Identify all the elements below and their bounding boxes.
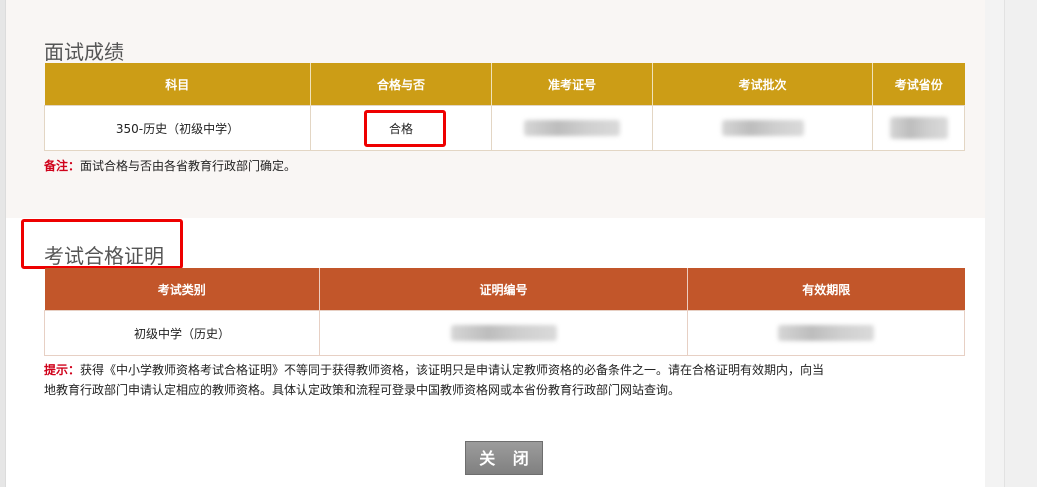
interview-score-table: 科目 合格与否 准考证号 考试批次 考试省份 350-历史（初级中学） 合格 bbox=[44, 63, 965, 151]
admission-number-cell bbox=[491, 105, 653, 151]
certificate-title-highlight bbox=[21, 219, 183, 269]
header-exam-batch: 考试批次 bbox=[652, 63, 873, 106]
header-exam-province: 考试省份 bbox=[872, 63, 965, 106]
header-admission-number: 准考证号 bbox=[491, 63, 653, 106]
table-row: 初级中学（历史） bbox=[44, 310, 965, 356]
header-exam-category: 考试类别 bbox=[44, 268, 320, 311]
hint-line-1: 提示：获得《中小学教师资格考试合格证明》不等同于获得教师资格，该证明只是申请认定… bbox=[44, 360, 974, 380]
validity-cell bbox=[687, 310, 965, 356]
province-cell bbox=[872, 105, 965, 151]
redacted-value bbox=[778, 325, 874, 341]
close-button[interactable]: 关 闭 bbox=[465, 441, 543, 475]
redacted-value bbox=[450, 325, 557, 341]
header-subject: 科目 bbox=[44, 63, 311, 106]
certificate-hint: 提示：获得《中小学教师资格考试合格证明》不等同于获得教师资格，该证明只是申请认定… bbox=[44, 360, 974, 400]
interview-note: 备注：面试合格与否由各省教育行政部门确定。 bbox=[44, 156, 296, 176]
hint-line-2: 地教育行政部门申请认定相应的教师资格。具体认定政策和流程可登录中国教师资格网或本… bbox=[44, 383, 681, 397]
right-scroll-gutter[interactable] bbox=[1004, 0, 1037, 487]
hint-label: 提示： bbox=[44, 363, 81, 377]
header-pass-status: 合格与否 bbox=[310, 63, 492, 106]
redacted-value bbox=[524, 120, 620, 136]
table-row: 350-历史（初级中学） 合格 bbox=[44, 105, 965, 151]
header-validity-period: 有效期限 bbox=[687, 268, 965, 311]
certificate-number-cell bbox=[319, 310, 688, 356]
redacted-value bbox=[889, 117, 948, 139]
interview-score-title: 面试成绩 bbox=[44, 40, 124, 64]
exam-batch-cell bbox=[652, 105, 873, 151]
note-text: 面试合格与否由各省教育行政部门确定。 bbox=[80, 159, 297, 173]
subject-cell: 350-历史（初级中学） bbox=[44, 105, 311, 151]
table-header-row: 考试类别 证明编号 有效期限 bbox=[44, 268, 965, 311]
header-certificate-number: 证明编号 bbox=[319, 268, 688, 311]
redacted-value bbox=[721, 120, 804, 136]
hint-text-1: 获得《中小学教师资格考试合格证明》不等同于获得教师资格，该证明只是申请认定教师资… bbox=[80, 363, 825, 377]
table-header-row: 科目 合格与否 准考证号 考试批次 考试省份 bbox=[44, 63, 965, 106]
category-cell: 初级中学（历史） bbox=[44, 310, 320, 356]
pass-result-highlight bbox=[364, 110, 446, 147]
note-label: 备注： bbox=[44, 159, 81, 173]
certificate-table: 考试类别 证明编号 有效期限 初级中学（历史） bbox=[44, 268, 965, 356]
